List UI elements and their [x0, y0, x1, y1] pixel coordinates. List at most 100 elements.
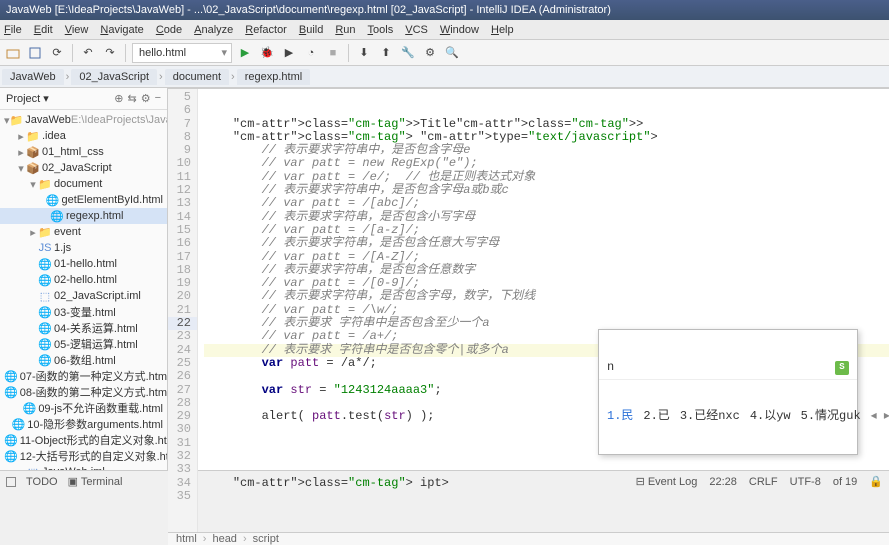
- code-editor[interactable]: "cm-attr">class="cm-tag">>Title"cm-attr"…: [198, 89, 889, 532]
- js-icon: JS: [38, 242, 52, 254]
- debug-icon[interactable]: 🐞: [258, 44, 276, 62]
- ime-candidate[interactable]: 4.以yw: [750, 410, 791, 423]
- sidebar-gear-icon[interactable]: ⚙: [141, 92, 151, 105]
- tree-item[interactable]: ▸📁event: [0, 224, 167, 240]
- tree-item[interactable]: 🌐03-变量.html: [0, 304, 167, 320]
- ime-candidate[interactable]: 2.已: [643, 410, 669, 423]
- status-terminal[interactable]: ▣ Terminal: [68, 475, 123, 488]
- tree-item[interactable]: ⬚JavaWeb.iml: [0, 464, 167, 470]
- tree-item[interactable]: 🌐08-函数的第二种定义方式.html: [0, 384, 167, 400]
- tree-item[interactable]: 🌐getElementById.html: [0, 192, 167, 208]
- tree-item[interactable]: 🌐06-数组.html: [0, 352, 167, 368]
- ime-candidate[interactable]: 5.情况guk: [801, 410, 861, 423]
- tree-item[interactable]: ▸📁.idea: [0, 128, 167, 144]
- mod-icon: 📦: [26, 146, 40, 158]
- dir-icon: 📁: [26, 130, 40, 142]
- main-toolbar: ⟳ ↶ ↷ hello.html ▶ 🐞 ▶ ◔ ■ ⬇ ⬆ 🔧 ⚙ 🔍: [0, 40, 889, 66]
- open-icon[interactable]: [4, 44, 22, 62]
- run-icon[interactable]: ▶: [236, 44, 254, 62]
- coverage-icon[interactable]: ▶: [280, 44, 298, 62]
- menu-navigate[interactable]: Navigate: [100, 24, 143, 36]
- tree-item[interactable]: 🌐regexp.html: [0, 208, 167, 224]
- menu-tools[interactable]: Tools: [368, 24, 394, 36]
- html-icon: 🌐: [38, 338, 52, 350]
- code-crumb[interactable]: html: [176, 533, 197, 545]
- tree-item[interactable]: 🌐02-hello.html: [0, 272, 167, 288]
- tree-item[interactable]: ▾📦02_JavaScript: [0, 160, 167, 176]
- tree-label: 01-hello.html: [54, 258, 117, 270]
- save-icon[interactable]: [26, 44, 44, 62]
- menu-build[interactable]: Build: [299, 24, 323, 36]
- tree-item[interactable]: ▾📁JavaWeb E:\IdeaProjects\JavaWeb: [0, 112, 167, 128]
- tree-item[interactable]: 🌐07-函数的第一种定义方式.html: [0, 368, 167, 384]
- search-icon[interactable]: 🔍: [443, 44, 461, 62]
- ime-popup[interactable]: n S 1.民2.已3.已经nxc4.以yw5.情况guk◂ ▸: [598, 329, 858, 455]
- tree-item[interactable]: ⬚02_JavaScript.iml: [0, 288, 167, 304]
- undo-icon[interactable]: ↶: [79, 44, 97, 62]
- tree-label: regexp.html: [66, 210, 123, 222]
- status-square-icon[interactable]: [6, 477, 16, 487]
- nav-crumb[interactable]: document: [165, 69, 229, 85]
- menu-window[interactable]: Window: [440, 24, 479, 36]
- menu-vcs[interactable]: VCS: [405, 24, 428, 36]
- code-crumb[interactable]: head: [212, 533, 236, 545]
- tree-item[interactable]: 🌐05-逻辑运算.html: [0, 336, 167, 352]
- tree-item[interactable]: 🌐04-关系运算.html: [0, 320, 167, 336]
- menu-file[interactable]: File: [4, 24, 22, 36]
- menu-view[interactable]: View: [65, 24, 89, 36]
- project-tree[interactable]: ▾📁JavaWeb E:\IdeaProjects\JavaWeb▸📁.idea…: [0, 110, 167, 470]
- status-todo[interactable]: TODO: [26, 476, 58, 488]
- tree-label: .idea: [42, 130, 66, 142]
- ime-candidate[interactable]: 3.已经nxc: [680, 410, 740, 423]
- html-icon: 🌐: [4, 386, 18, 398]
- tree-label: 11-Object形式的自定义对象.html: [20, 432, 167, 448]
- menu-analyze[interactable]: Analyze: [194, 24, 233, 36]
- html-icon: 🌐: [4, 450, 18, 462]
- tree-item[interactable]: JS1.js: [0, 240, 167, 256]
- structure-icon[interactable]: ⬆: [377, 44, 395, 62]
- profile-icon[interactable]: ◔: [302, 44, 320, 62]
- tree-item[interactable]: ▾📁document: [0, 176, 167, 192]
- html-icon: 🌐: [38, 258, 52, 270]
- tree-item[interactable]: 🌐12-大括号形式的自定义对象.html: [0, 448, 167, 464]
- vcs-icon[interactable]: ⬇: [355, 44, 373, 62]
- html-icon: 🌐: [50, 210, 64, 222]
- html-icon: 🌐: [38, 306, 52, 318]
- tree-item[interactable]: 🌐10-隐形参数arguments.html: [0, 416, 167, 432]
- html-icon: 🌐: [23, 402, 37, 414]
- sidebar-hide-icon[interactable]: −: [155, 92, 161, 105]
- ime-logo-icon: S: [835, 361, 849, 375]
- refresh-icon[interactable]: ⟳: [48, 44, 66, 62]
- html-icon: 🌐: [4, 370, 18, 382]
- settings-icon[interactable]: ⚙: [421, 44, 439, 62]
- menu-help[interactable]: Help: [491, 24, 514, 36]
- redo-icon[interactable]: ↷: [101, 44, 119, 62]
- code-crumb[interactable]: script: [253, 533, 279, 545]
- tree-label: 07-函数的第一种定义方式.html: [20, 368, 167, 384]
- stop-icon[interactable]: ■: [324, 44, 342, 62]
- code-breadcrumb: html›head›script: [168, 532, 889, 545]
- tree-item[interactable]: 🌐01-hello.html: [0, 256, 167, 272]
- tree-label: 03-变量.html: [54, 304, 116, 320]
- menu-run[interactable]: Run: [335, 24, 355, 36]
- tree-item[interactable]: 🌐11-Object形式的自定义对象.html: [0, 432, 167, 448]
- sidebar-opts-icon[interactable]: ⊕: [114, 92, 123, 105]
- menu-refactor[interactable]: Refactor: [245, 24, 287, 36]
- tree-item[interactable]: 🌐09-js不允许函数重载.html: [0, 400, 167, 416]
- ime-candidate[interactable]: 1.民: [607, 410, 633, 423]
- menu-code[interactable]: Code: [156, 24, 182, 36]
- menu-edit[interactable]: Edit: [34, 24, 53, 36]
- ime-nav[interactable]: ◂ ▸: [871, 410, 889, 423]
- mod-icon: 📦: [26, 162, 40, 174]
- prj-icon: 📁: [10, 114, 24, 126]
- nav-crumb[interactable]: JavaWeb: [2, 69, 64, 85]
- tool-icon[interactable]: 🔧: [399, 44, 417, 62]
- tree-item[interactable]: ▸📦01_html_css: [0, 144, 167, 160]
- tree-label: 01_html_css: [42, 146, 104, 158]
- tree-label: document: [54, 178, 102, 190]
- iml-icon: ⬚: [38, 290, 52, 302]
- nav-crumb[interactable]: 02_JavaScript: [71, 69, 157, 85]
- run-config-combo[interactable]: hello.html: [132, 43, 232, 63]
- sidebar-collapse-icon[interactable]: ⇆: [127, 92, 136, 105]
- nav-crumb[interactable]: regexp.html: [237, 69, 310, 85]
